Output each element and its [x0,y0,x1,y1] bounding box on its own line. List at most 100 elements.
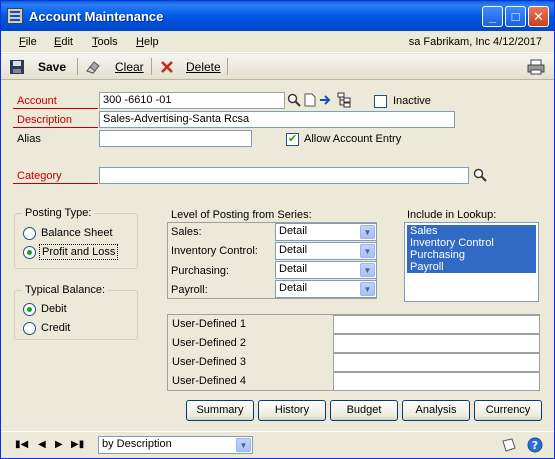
typical-balance-title: Typical Balance: [22,284,109,296]
menu-edit-rest: dit [61,36,73,48]
profit-and-loss-label: Profit and Loss [39,244,119,260]
level-sales-value: Detail [279,225,308,237]
level-sales-label: Sales: [171,226,202,238]
credit-radio[interactable] [23,322,36,335]
level-purchasing-select[interactable]: Detail ▼ [275,261,377,279]
new-document-icon[interactable] [303,93,317,107]
category-lookup-icon[interactable] [473,168,487,182]
eraser-icon [85,59,101,75]
inactive-checkbox[interactable] [374,95,387,108]
menu-help[interactable]: Help [136,36,159,48]
category-label: Category [17,170,62,182]
lookup-item-purchasing[interactable]: Purchasing [407,249,536,261]
last-record-icon[interactable]: ▶▮ [71,439,84,450]
posting-type-title: Posting Type: [22,207,95,219]
profit-and-loss-radio[interactable] [23,246,36,259]
minimize-button[interactable]: _ [482,6,503,27]
alias-field[interactable] [99,130,252,147]
user-defined-3-field[interactable] [333,353,540,372]
help-icon[interactable]: ? [527,437,543,453]
user-defined-4-field[interactable] [333,372,540,391]
next-record-icon[interactable]: ▶ [55,439,63,450]
save-button[interactable]: Save [38,60,66,74]
menu-file-mnemonic: F [19,36,26,48]
close-button[interactable]: ✕ [528,6,549,27]
summary-button[interactable]: Summary [186,400,254,421]
history-button[interactable]: History [258,400,326,421]
level-inventory-value: Detail [279,244,308,256]
user-defined-2-label: User-Defined 2 [172,337,246,349]
lookup-item-payroll[interactable]: Payroll [407,261,536,273]
app-window-icon [7,8,23,24]
note-icon[interactable] [501,437,517,453]
chevron-down-icon[interactable]: ▼ [360,225,375,239]
toolbar-separator [227,58,228,75]
chevron-down-icon[interactable]: ▼ [236,438,251,452]
save-icon [9,59,25,75]
menu-bar: File Edit Tools Help sa Fabrikam, Inc 4/… [1,31,554,53]
currency-button[interactable]: Currency [474,400,542,421]
posting-type-group: Posting Type: [14,207,138,269]
previous-record-icon[interactable]: ◀ [38,439,46,450]
svg-text:?: ? [532,439,538,452]
toolbar: Save Clear Delete [1,54,554,80]
menu-edit[interactable]: Edit [54,36,73,48]
include-in-lookup-list[interactable]: Sales Inventory Control Purchasing Payro… [404,222,539,302]
inactive-label: Inactive [393,95,431,107]
toolbar-separator [77,58,78,75]
level-inventory-label: Inventory Control: [171,245,258,257]
toolbar-separator [151,58,152,75]
level-sales-select[interactable]: Detail ▼ [275,223,377,241]
alias-label: Alias [17,133,41,145]
required-underline [13,108,98,109]
allow-account-entry-checkbox[interactable] [286,132,299,146]
title-bar[interactable]: Account Maintenance _ □ ✕ [1,1,554,31]
next-arrow-icon[interactable] [319,93,333,107]
user-company-date: sa Fabrikam, Inc 4/12/2017 [408,36,542,48]
delete-button[interactable]: Delete [186,60,221,74]
delete-x-icon [159,59,175,75]
menu-tools[interactable]: Tools [92,36,118,48]
lookup-item-sales[interactable]: Sales [407,225,536,237]
account-field[interactable]: 300 -6610 -01 [99,92,285,109]
allow-account-entry-label: Allow Account Entry [304,133,402,145]
budget-button[interactable]: Budget [330,400,398,421]
level-inventory-select[interactable]: Detail ▼ [275,242,377,260]
level-of-posting-title: Level of Posting from Series: [171,209,312,221]
account-label: Account [17,95,57,107]
balance-sheet-label: Balance Sheet [41,227,113,239]
lookup-item-inventory-control[interactable]: Inventory Control [407,237,536,249]
description-field[interactable]: Sales-Advertising-Santa Rcsa [99,111,455,128]
chevron-down-icon[interactable]: ▼ [360,263,375,277]
maximize-button[interactable]: □ [505,6,526,27]
status-bar: ▮◀ ◀ ▶ ▶▮ by Description ▼ ? [1,431,554,458]
level-payroll-select[interactable]: Detail ▼ [275,280,377,298]
analysis-button[interactable]: Analysis [402,400,470,421]
debit-radio[interactable] [23,303,36,316]
balance-sheet-radio[interactable] [23,227,36,240]
user-defined-1-field[interactable] [333,315,540,334]
required-underline [13,127,98,128]
debit-label: Debit [41,303,67,315]
browse-order-select[interactable]: by Description ▼ [98,436,253,454]
description-label: Description [17,114,73,126]
browse-order-value: by Description [102,438,172,450]
category-field[interactable] [99,167,469,184]
printer-icon[interactable] [527,59,545,75]
account-lookup-icon[interactable] [287,93,301,107]
level-payroll-value: Detail [279,282,308,294]
chevron-down-icon[interactable]: ▼ [360,244,375,258]
clear-button[interactable]: Clear [115,60,144,74]
first-record-icon[interactable]: ▮◀ [15,439,28,450]
user-defined-4-label: User-Defined 4 [172,375,246,387]
menu-tools-rest: ools [97,36,118,48]
menu-file[interactable]: File [19,36,37,48]
account-tree-icon[interactable] [337,92,351,108]
credit-label: Credit [41,322,71,334]
chevron-down-icon[interactable]: ▼ [360,282,375,296]
menu-file-rest: ile [25,36,37,48]
user-defined-2-field[interactable] [333,334,540,353]
level-payroll-label: Payroll: [171,284,208,296]
user-defined-3-label: User-Defined 3 [172,356,246,368]
window-title: Account Maintenance [29,9,164,24]
